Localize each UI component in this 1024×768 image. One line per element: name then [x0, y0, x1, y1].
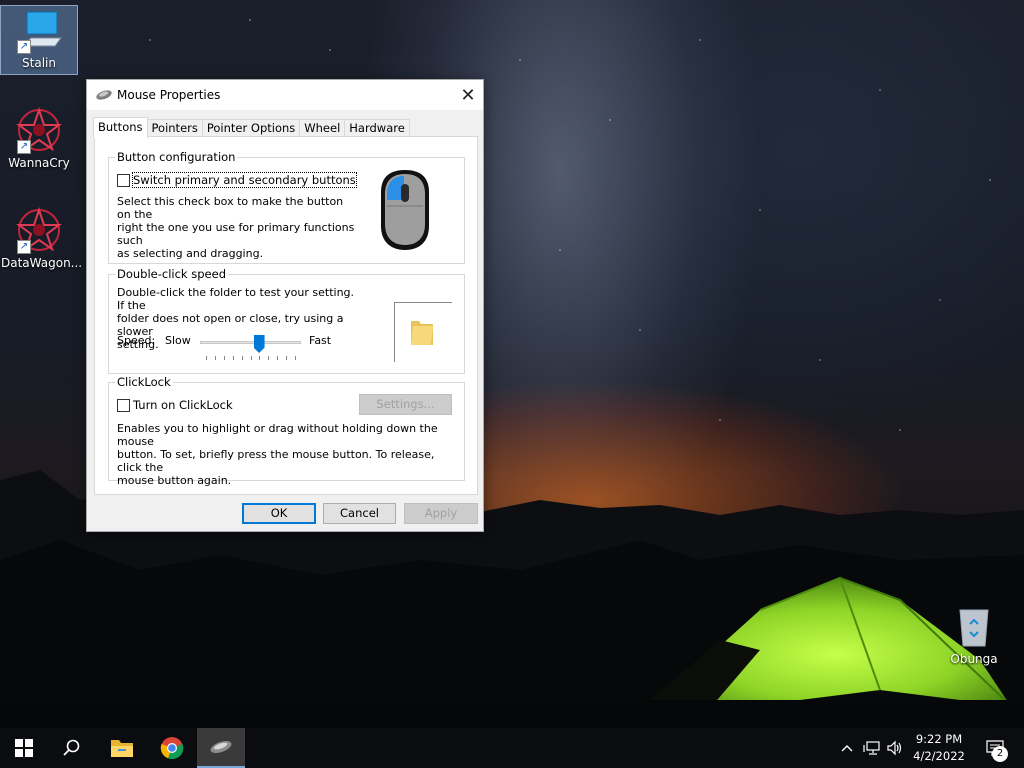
chrome-icon	[160, 737, 184, 760]
group-title: ClickLock	[115, 375, 173, 389]
close-button[interactable]: ✕	[453, 80, 483, 110]
network-icon	[863, 741, 880, 755]
slow-label: Slow	[165, 334, 191, 347]
tab-pointer-options[interactable]: Pointer Options	[201, 119, 301, 137]
slider-tick	[259, 356, 261, 360]
desktop-icon-wannacry[interactable]: ↗ WannaCry	[1, 106, 77, 170]
apply-button[interactable]: Apply	[404, 503, 478, 524]
switch-buttons-checkbox[interactable]	[117, 173, 130, 187]
dialog-titlebar[interactable]: Mouse Properties ✕	[87, 80, 483, 110]
taskbar: 9:22 PM 4/2/2022 2	[0, 728, 1024, 768]
tab-strip: Buttons Pointers Pointer Options Wheel H…	[93, 117, 410, 138]
tab-wheel[interactable]: Wheel	[299, 119, 346, 137]
clicklock-description: Enables you to highlight or drag without…	[117, 422, 438, 487]
buttons-tab-panel: Button configuration Switch primary and …	[94, 136, 478, 495]
desktop-icon-label: WannaCry	[8, 156, 70, 170]
cancel-button[interactable]: Cancel	[323, 503, 396, 524]
button-configuration-group: Button configuration Switch primary and …	[108, 150, 465, 264]
slider-tick	[295, 356, 296, 360]
clicklock-row[interactable]: Turn on ClickLock	[117, 398, 233, 412]
group-title: Double-click speed	[115, 267, 228, 281]
mouse-properties-taskbar-button[interactable]	[197, 728, 245, 768]
folder-icon[interactable]	[409, 317, 435, 347]
group-title: Button configuration	[115, 150, 238, 164]
shortcut-arrow-icon: ↗	[17, 240, 31, 254]
slider-tick	[286, 356, 288, 360]
start-button[interactable]	[0, 728, 48, 768]
chevron-up-icon	[841, 745, 853, 752]
mouse-illustration-icon	[381, 170, 429, 250]
windows-logo-icon	[15, 739, 33, 757]
red-star-icon: ↗	[15, 206, 63, 254]
tab-hardware[interactable]: Hardware	[344, 119, 410, 137]
dialog-title: Mouse Properties	[117, 88, 221, 102]
clicklock-checkbox[interactable]	[117, 398, 130, 412]
taskbar-clock[interactable]: 9:22 PM 4/2/2022	[900, 731, 978, 765]
switch-buttons-row[interactable]: Switch primary and secondary buttons	[117, 172, 357, 188]
network-button[interactable]	[860, 728, 884, 768]
desktop-icon-label: DataWagon...	[1, 256, 83, 270]
tab-pointers[interactable]: Pointers	[146, 119, 203, 137]
clicklock-group: ClickLock Turn on ClickLock Settings... …	[108, 375, 465, 487]
speed-label: Speed:	[117, 334, 156, 347]
recycle-bin-icon	[950, 602, 998, 650]
clicklock-label[interactable]: Turn on ClickLock	[133, 398, 233, 412]
desktop-icon-datawagon[interactable]: ↗ DataWagon...	[1, 206, 83, 270]
mouse-properties-dialog: Mouse Properties ✕ Buttons Pointers Poin…	[86, 79, 484, 532]
clock-date: 4/2/2022	[913, 749, 965, 763]
slider-tick	[268, 356, 270, 360]
clicklock-settings-button[interactable]: Settings...	[359, 394, 452, 415]
red-star-icon: ↗	[15, 106, 63, 154]
search-icon	[63, 739, 80, 756]
file-explorer-button[interactable]	[98, 728, 146, 768]
shortcut-arrow-icon: ↗	[17, 140, 31, 154]
double-click-speed-group: Double-click speed Double-click the fold…	[108, 267, 465, 374]
slider-tick	[214, 356, 216, 360]
slider-tick	[232, 356, 234, 360]
slider-tick	[277, 356, 279, 360]
shortcut-arrow-icon: ↗	[17, 40, 31, 54]
switch-buttons-label[interactable]: Switch primary and secondary buttons	[132, 172, 357, 188]
clock-time: 9:22 PM	[915, 732, 963, 746]
mouse-icon	[96, 90, 112, 100]
slider-tick	[206, 356, 207, 360]
notification-count-badge: 2	[992, 746, 1008, 762]
ok-button[interactable]: OK	[242, 503, 316, 524]
slider-tick	[241, 356, 243, 360]
mouse-properties-icon	[210, 740, 232, 754]
test-folder-area[interactable]	[394, 302, 452, 362]
desktop-icon-obunga[interactable]: Obunga	[936, 602, 1012, 666]
button-config-description: Select this check box to make the button…	[117, 195, 355, 260]
slider-tick	[250, 356, 252, 360]
show-hidden-icons-button[interactable]	[836, 728, 858, 768]
fast-label: Fast	[309, 334, 332, 347]
tab-buttons[interactable]: Buttons	[93, 117, 148, 138]
notifications-button[interactable]: 2	[980, 728, 1010, 768]
slider-tick	[223, 356, 225, 360]
chrome-button[interactable]	[148, 728, 196, 768]
computer-icon: ↗	[15, 6, 63, 54]
search-button[interactable]	[48, 728, 96, 768]
file-explorer-icon	[111, 740, 133, 757]
desktop-icon-stalin[interactable]: ↗ Stalin	[0, 5, 78, 75]
desktop-icon-label: Stalin	[22, 56, 56, 70]
speed-slider-track[interactable]	[200, 341, 301, 344]
desktop-icon-label: Obunga	[950, 652, 998, 666]
